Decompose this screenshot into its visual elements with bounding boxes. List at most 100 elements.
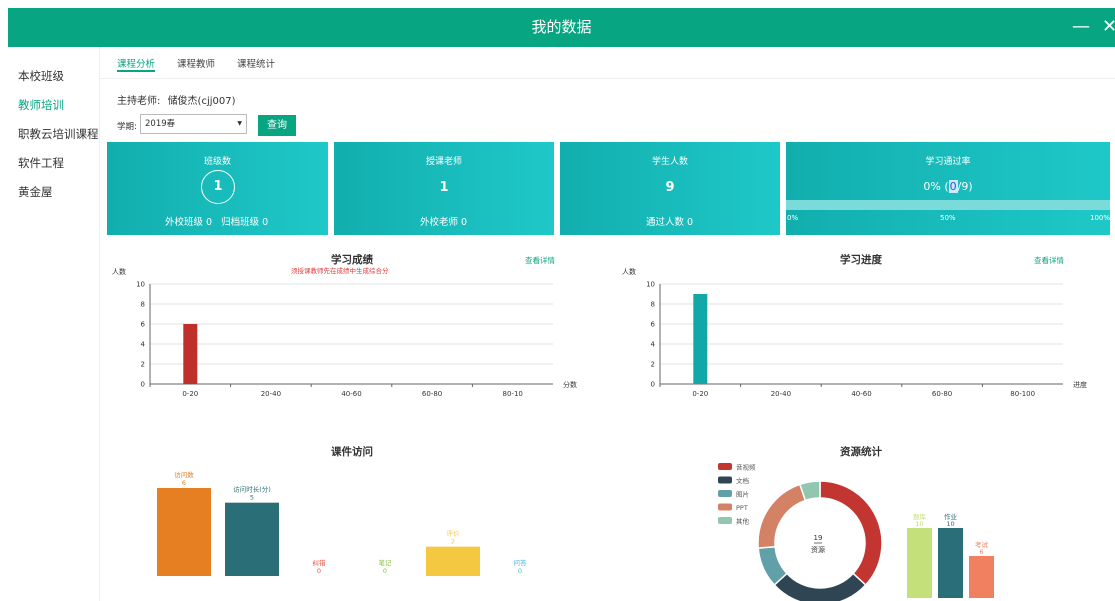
courseware-bar-label: 问答 (514, 558, 528, 567)
pass-rate-progress-bar (786, 200, 1110, 210)
progress-chart-ytick: 8 (651, 301, 655, 309)
score-chart-bar (183, 324, 198, 384)
progress-chart-ylabel: 人数 (622, 267, 636, 276)
card-teacher-title: 授课老师 (425, 157, 462, 167)
resource-bar (969, 556, 994, 598)
progress-chart-ytick: 4 (651, 341, 656, 349)
courseware-bar-label: 访问数 (174, 470, 194, 479)
courseware-bar-label: 笔记 (379, 558, 393, 567)
progress-chart-xtick: 20-40 (771, 390, 791, 398)
external-class-value: 0 (206, 217, 213, 228)
resource-bar-label: 考试 (975, 540, 989, 549)
resource-bar (938, 528, 963, 598)
resource-total-label: 资源 (811, 545, 825, 554)
resource-legend-swatch (718, 517, 732, 524)
resource-bar-label: 题库 (913, 512, 927, 521)
card-student-count: 学生人数 9 通过人数 0 (560, 142, 780, 235)
progress-chart-xtick: 0-20 (692, 390, 708, 398)
resource-donut-slice (757, 483, 807, 549)
progress-chart-bar (693, 294, 708, 384)
close-button[interactable]: ✕ (1102, 8, 1115, 47)
progress-chart-ytick: 2 (651, 361, 655, 369)
courseware-chart-title: 课件访问 (331, 446, 373, 458)
courseware-bar-value: 2 (451, 538, 455, 546)
score-chart-ytick: 2 (141, 361, 145, 369)
score-chart-ytick: 8 (141, 301, 145, 309)
archived-class-value: 0 (262, 217, 269, 228)
score-chart-xlabel: 分数 (563, 380, 577, 389)
courseware-bar (426, 546, 480, 576)
resource-legend-label: 音视频 (736, 463, 756, 472)
external-class-label: 外校班级 (165, 217, 204, 228)
pass-rate-total: /9 (957, 180, 969, 193)
progress-chart-title: 学习进度 (840, 254, 882, 266)
resource-donut-slice (798, 480, 821, 502)
term-select-value: 2019春 (145, 119, 176, 129)
resource-total-value: 19 (814, 534, 823, 542)
term-label: 学期: (117, 122, 137, 132)
score-chart-ylabel: 人数 (112, 267, 126, 276)
score-chart-ytick: 10 (136, 281, 145, 289)
teacher-count-value: 1 (439, 180, 449, 195)
sidebar-item-zhijiaoyun-course[interactable]: 职教云培训课程 (18, 126, 99, 142)
resource-legend-label: 其他 (736, 517, 750, 526)
host-name: 储俊杰(cjj007) (167, 96, 236, 107)
courseware-bar-label: 评价 (447, 530, 461, 538)
progress-chart-xlabel: 进度 (1073, 380, 1087, 389)
sidebar: 本校班级 教师培训 职教云培训课程 软件工程 黄金屋 (8, 47, 100, 601)
query-button[interactable]: 查询 (258, 115, 296, 136)
card-student-foot: 通过人数 0 (646, 214, 693, 228)
score-chart-xtick: 60-80 (422, 390, 442, 398)
score-detail-link[interactable]: 查看详情 (525, 255, 555, 266)
sidebar-item-gold-house[interactable]: 黄金屋 (18, 184, 53, 200)
resource-legend-label: 文档 (736, 476, 749, 485)
sidebar-item-school-class[interactable]: 本校班级 (18, 68, 64, 84)
score-chart-xtick: 0-20 (182, 390, 198, 398)
card-pass-rate: 学习通过率 0% (0/9) 0% 50% 100% (786, 142, 1110, 235)
chevron-down-icon: ▼ (237, 120, 242, 127)
resource-bar (907, 528, 932, 598)
progress-chart-xtick: 60-80 (932, 390, 952, 398)
pass-rate-passed: 0 (948, 180, 958, 193)
progress-tick-100: 100% (1090, 214, 1111, 222)
tab-course-teacher[interactable]: 课程教师 (177, 56, 215, 70)
active-tab-indicator (117, 70, 155, 72)
progress-chart-ytick: 10 (646, 281, 655, 289)
score-chart-ytick: 4 (141, 341, 146, 349)
resource-legend-swatch (718, 463, 732, 470)
app-window: 我的数据 — ✕ 本校班级 教师培训 职教云培训课程 软件工程 黄金屋 课程分析… (0, 0, 1115, 601)
progress-chart-ytick: 6 (651, 321, 656, 329)
resource-legend-swatch (718, 476, 732, 484)
card-student-title: 学生人数 (651, 157, 688, 167)
pass-rate-text: 0% (0/9) (923, 180, 973, 193)
resource-bar-label: 作业 (944, 512, 958, 521)
progress-tick-0: 0% (787, 214, 799, 222)
score-chart-ytick: 6 (141, 321, 146, 329)
progress-chart-xtick: 40-60 (851, 390, 871, 398)
score-chart-xtick: 80-10 (503, 390, 523, 398)
courseware-bar-label: 访问时长(分) (233, 485, 271, 494)
term-select[interactable]: 2019春 ▼ (140, 114, 247, 134)
minimize-button[interactable]: — (1071, 8, 1091, 47)
sidebar-item-teacher-training[interactable]: 教师培训 (18, 97, 64, 113)
class-count-value: 1 (201, 170, 235, 204)
charts-layer: 人数 0 2 4 6 8 10 0-20 20-40 40-60 60-80 80-10 分数 人数 0 2 4… (112, 267, 1087, 601)
courseware-bar-value: 5 (250, 494, 254, 502)
host-teacher: 主持老师: 储俊杰(cjj007) (117, 92, 236, 107)
courseware-bar-value: 0 (518, 567, 522, 575)
progress-detail-link[interactable]: 查看详情 (1034, 255, 1064, 266)
courseware-bar-label: 纠错 (313, 558, 327, 567)
resource-bar-value: 6 (979, 548, 983, 556)
pass-rate-title: 学习通过率 (925, 157, 971, 167)
pass-rate-percent: 0% (923, 180, 941, 193)
tab-course-statistics[interactable]: 课程统计 (237, 56, 275, 70)
tab-course-analysis[interactable]: 课程分析 (117, 56, 155, 70)
sidebar-item-software-engineering[interactable]: 软件工程 (18, 155, 64, 171)
archived-class-label: 归档班级 (221, 217, 260, 228)
student-count-value: 9 (665, 180, 675, 195)
resource-legend-swatch (718, 503, 732, 511)
progress-chart-xtick: 80-100 (1010, 390, 1035, 398)
courseware-bar-value: 6 (182, 479, 186, 487)
resource-legend-swatch (718, 490, 732, 497)
progress-tick-50: 50% (940, 214, 956, 222)
